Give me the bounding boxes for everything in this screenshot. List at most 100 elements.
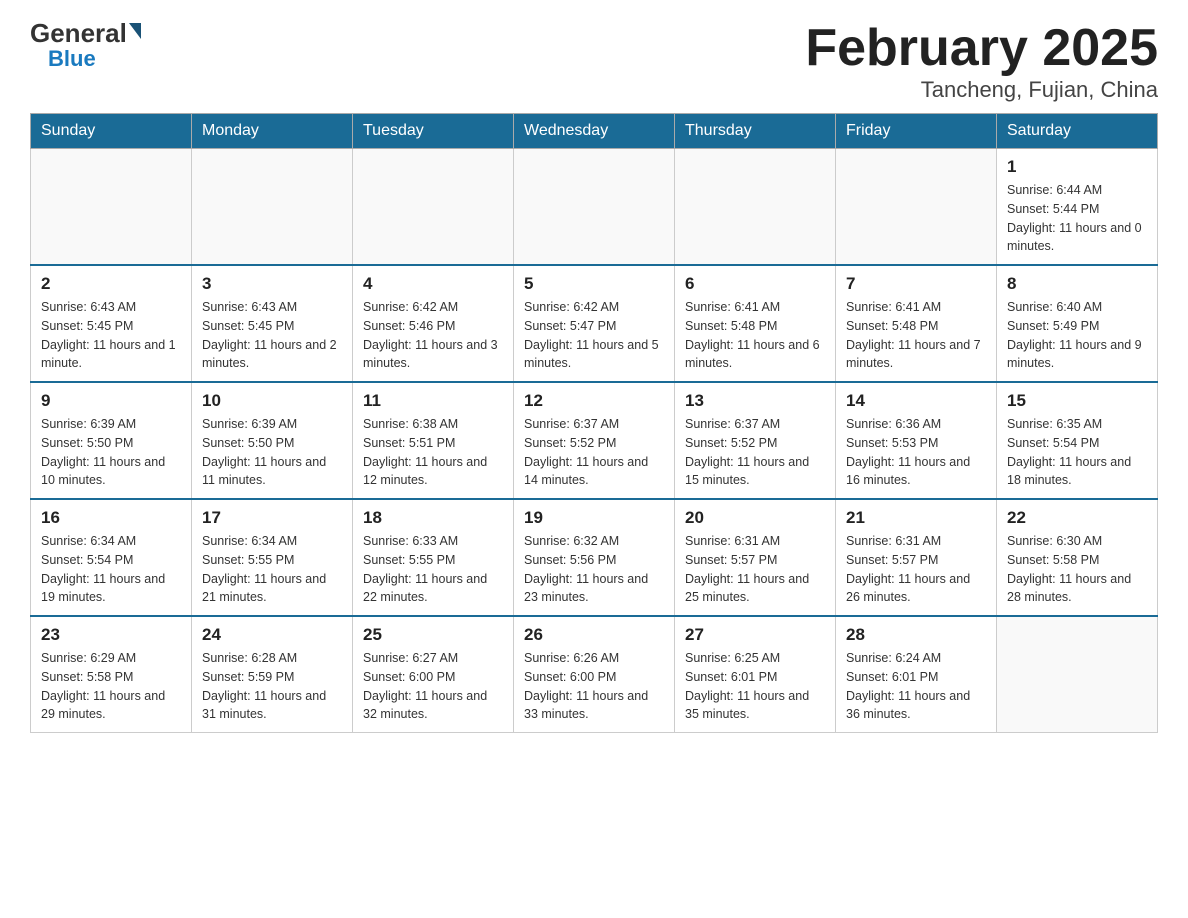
day-info: Sunrise: 6:37 AMSunset: 5:52 PMDaylight:…: [685, 415, 825, 490]
calendar-week-row: 16 Sunrise: 6:34 AMSunset: 5:54 PMDayligh…: [31, 499, 1158, 616]
day-number: 4: [363, 274, 503, 294]
day-info: Sunrise: 6:42 AMSunset: 5:46 PMDaylight:…: [363, 298, 503, 373]
table-row: 10 Sunrise: 6:39 AMSunset: 5:50 PMDayligh…: [192, 382, 353, 499]
table-row: 27Sunrise: 6:25 AMSunset: 6:01 PMDayligh…: [675, 616, 836, 733]
day-number: 25: [363, 625, 503, 645]
day-info: Sunrise: 6:37 AMSunset: 5:52 PMDaylight:…: [524, 415, 664, 490]
table-row: [675, 149, 836, 266]
day-number: 6: [685, 274, 825, 294]
table-row: 12 Sunrise: 6:37 AMSunset: 5:52 PMDayligh…: [514, 382, 675, 499]
day-info: Sunrise: 6:31 AMSunset: 5:57 PMDaylight:…: [685, 532, 825, 607]
day-number: 12: [524, 391, 664, 411]
day-info: Sunrise: 6:35 AMSunset: 5:54 PMDaylight:…: [1007, 415, 1147, 490]
table-row: 6 Sunrise: 6:41 AMSunset: 5:48 PMDaylight…: [675, 265, 836, 382]
day-number: 17: [202, 508, 342, 528]
day-info: Sunrise: 6:33 AMSunset: 5:55 PMDaylight:…: [363, 532, 503, 607]
day-number: 8: [1007, 274, 1147, 294]
title-block: February 2025 Tancheng, Fujian, China: [805, 20, 1158, 103]
day-info: Sunrise: 6:32 AMSunset: 5:56 PMDaylight:…: [524, 532, 664, 607]
day-info: Sunrise: 6:39 AMSunset: 5:50 PMDaylight:…: [41, 415, 181, 490]
day-number: 18: [363, 508, 503, 528]
table-row: 20Sunrise: 6:31 AMSunset: 5:57 PMDayligh…: [675, 499, 836, 616]
day-number: 27: [685, 625, 825, 645]
table-row: [353, 149, 514, 266]
day-info: Sunrise: 6:27 AMSunset: 6:00 PMDaylight:…: [363, 649, 503, 724]
calendar-week-row: 2 Sunrise: 6:43 AMSunset: 5:45 PMDaylight…: [31, 265, 1158, 382]
header: General Blue February 2025 Tancheng, Fuj…: [30, 20, 1158, 103]
table-row: 8 Sunrise: 6:40 AMSunset: 5:49 PMDaylight…: [997, 265, 1158, 382]
table-row: 5Sunrise: 6:42 AMSunset: 5:47 PMDaylight…: [514, 265, 675, 382]
table-row: 9 Sunrise: 6:39 AMSunset: 5:50 PMDaylight…: [31, 382, 192, 499]
day-number: 28: [846, 625, 986, 645]
table-row: [192, 149, 353, 266]
logo-blue-text: Blue: [48, 46, 96, 72]
day-number: 1: [1007, 157, 1147, 177]
day-number: 5: [524, 274, 664, 294]
table-row: [514, 149, 675, 266]
table-row: 15 Sunrise: 6:35 AMSunset: 5:54 PMDayligh…: [997, 382, 1158, 499]
table-row: 11 Sunrise: 6:38 AMSunset: 5:51 PMDayligh…: [353, 382, 514, 499]
day-number: 2: [41, 274, 181, 294]
logo-general-text: General: [30, 20, 127, 46]
day-number: 15: [1007, 391, 1147, 411]
day-info: Sunrise: 6:39 AMSunset: 5:50 PMDaylight:…: [202, 415, 342, 490]
table-row: [836, 149, 997, 266]
day-info: Sunrise: 6:34 AMSunset: 5:54 PMDaylight:…: [41, 532, 181, 607]
col-wednesday: Wednesday: [514, 114, 675, 149]
col-saturday: Saturday: [997, 114, 1158, 149]
day-number: 7: [846, 274, 986, 294]
day-number: 19: [524, 508, 664, 528]
table-row: 16 Sunrise: 6:34 AMSunset: 5:54 PMDayligh…: [31, 499, 192, 616]
day-number: 22: [1007, 508, 1147, 528]
day-number: 10: [202, 391, 342, 411]
table-row: 28 Sunrise: 6:24 AMSunset: 6:01 PMDayligh…: [836, 616, 997, 733]
table-row: 24Sunrise: 6:28 AMSunset: 5:59 PMDayligh…: [192, 616, 353, 733]
day-number: 3: [202, 274, 342, 294]
table-row: 3 Sunrise: 6:43 AMSunset: 5:45 PMDaylight…: [192, 265, 353, 382]
table-row: 1 Sunrise: 6:44 AMSunset: 5:44 PMDaylight…: [997, 149, 1158, 266]
calendar-subtitle: Tancheng, Fujian, China: [805, 77, 1158, 103]
day-info: Sunrise: 6:36 AMSunset: 5:53 PMDaylight:…: [846, 415, 986, 490]
day-number: 23: [41, 625, 181, 645]
day-number: 9: [41, 391, 181, 411]
day-info: Sunrise: 6:44 AMSunset: 5:44 PMDaylight:…: [1007, 181, 1147, 256]
day-info: Sunrise: 6:29 AMSunset: 5:58 PMDaylight:…: [41, 649, 181, 724]
logo-arrow-icon: [129, 23, 141, 39]
table-row: [31, 149, 192, 266]
day-info: Sunrise: 6:31 AMSunset: 5:57 PMDaylight:…: [846, 532, 986, 607]
table-row: 25 Sunrise: 6:27 AMSunset: 6:00 PMDayligh…: [353, 616, 514, 733]
table-row: 14 Sunrise: 6:36 AMSunset: 5:53 PMDayligh…: [836, 382, 997, 499]
col-monday: Monday: [192, 114, 353, 149]
weekday-header-row: Sunday Monday Tuesday Wednesday Thursday…: [31, 114, 1158, 149]
calendar-week-row: 9 Sunrise: 6:39 AMSunset: 5:50 PMDaylight…: [31, 382, 1158, 499]
col-sunday: Sunday: [31, 114, 192, 149]
day-info: Sunrise: 6:38 AMSunset: 5:51 PMDaylight:…: [363, 415, 503, 490]
day-info: Sunrise: 6:43 AMSunset: 5:45 PMDaylight:…: [202, 298, 342, 373]
table-row: 13Sunrise: 6:37 AMSunset: 5:52 PMDayligh…: [675, 382, 836, 499]
day-info: Sunrise: 6:41 AMSunset: 5:48 PMDaylight:…: [685, 298, 825, 373]
day-number: 26: [524, 625, 664, 645]
table-row: 4 Sunrise: 6:42 AMSunset: 5:46 PMDaylight…: [353, 265, 514, 382]
day-info: Sunrise: 6:40 AMSunset: 5:49 PMDaylight:…: [1007, 298, 1147, 373]
day-number: 14: [846, 391, 986, 411]
day-info: Sunrise: 6:28 AMSunset: 5:59 PMDaylight:…: [202, 649, 342, 724]
col-thursday: Thursday: [675, 114, 836, 149]
table-row: 17Sunrise: 6:34 AMSunset: 5:55 PMDayligh…: [192, 499, 353, 616]
day-info: Sunrise: 6:24 AMSunset: 6:01 PMDaylight:…: [846, 649, 986, 724]
table-row: 22 Sunrise: 6:30 AMSunset: 5:58 PMDayligh…: [997, 499, 1158, 616]
table-row: 21 Sunrise: 6:31 AMSunset: 5:57 PMDayligh…: [836, 499, 997, 616]
table-row: 18 Sunrise: 6:33 AMSunset: 5:55 PMDayligh…: [353, 499, 514, 616]
day-number: 21: [846, 508, 986, 528]
day-info: Sunrise: 6:43 AMSunset: 5:45 PMDaylight:…: [41, 298, 181, 373]
table-row: 19 Sunrise: 6:32 AMSunset: 5:56 PMDayligh…: [514, 499, 675, 616]
table-row: 7Sunrise: 6:41 AMSunset: 5:48 PMDaylight…: [836, 265, 997, 382]
logo: General Blue: [30, 20, 141, 72]
table-row: [997, 616, 1158, 733]
day-info: Sunrise: 6:30 AMSunset: 5:58 PMDaylight:…: [1007, 532, 1147, 607]
table-row: 23 Sunrise: 6:29 AMSunset: 5:58 PMDayligh…: [31, 616, 192, 733]
day-info: Sunrise: 6:26 AMSunset: 6:00 PMDaylight:…: [524, 649, 664, 724]
calendar-week-row: 1 Sunrise: 6:44 AMSunset: 5:44 PMDaylight…: [31, 149, 1158, 266]
day-number: 11: [363, 391, 503, 411]
day-number: 16: [41, 508, 181, 528]
table-row: 2 Sunrise: 6:43 AMSunset: 5:45 PMDaylight…: [31, 265, 192, 382]
